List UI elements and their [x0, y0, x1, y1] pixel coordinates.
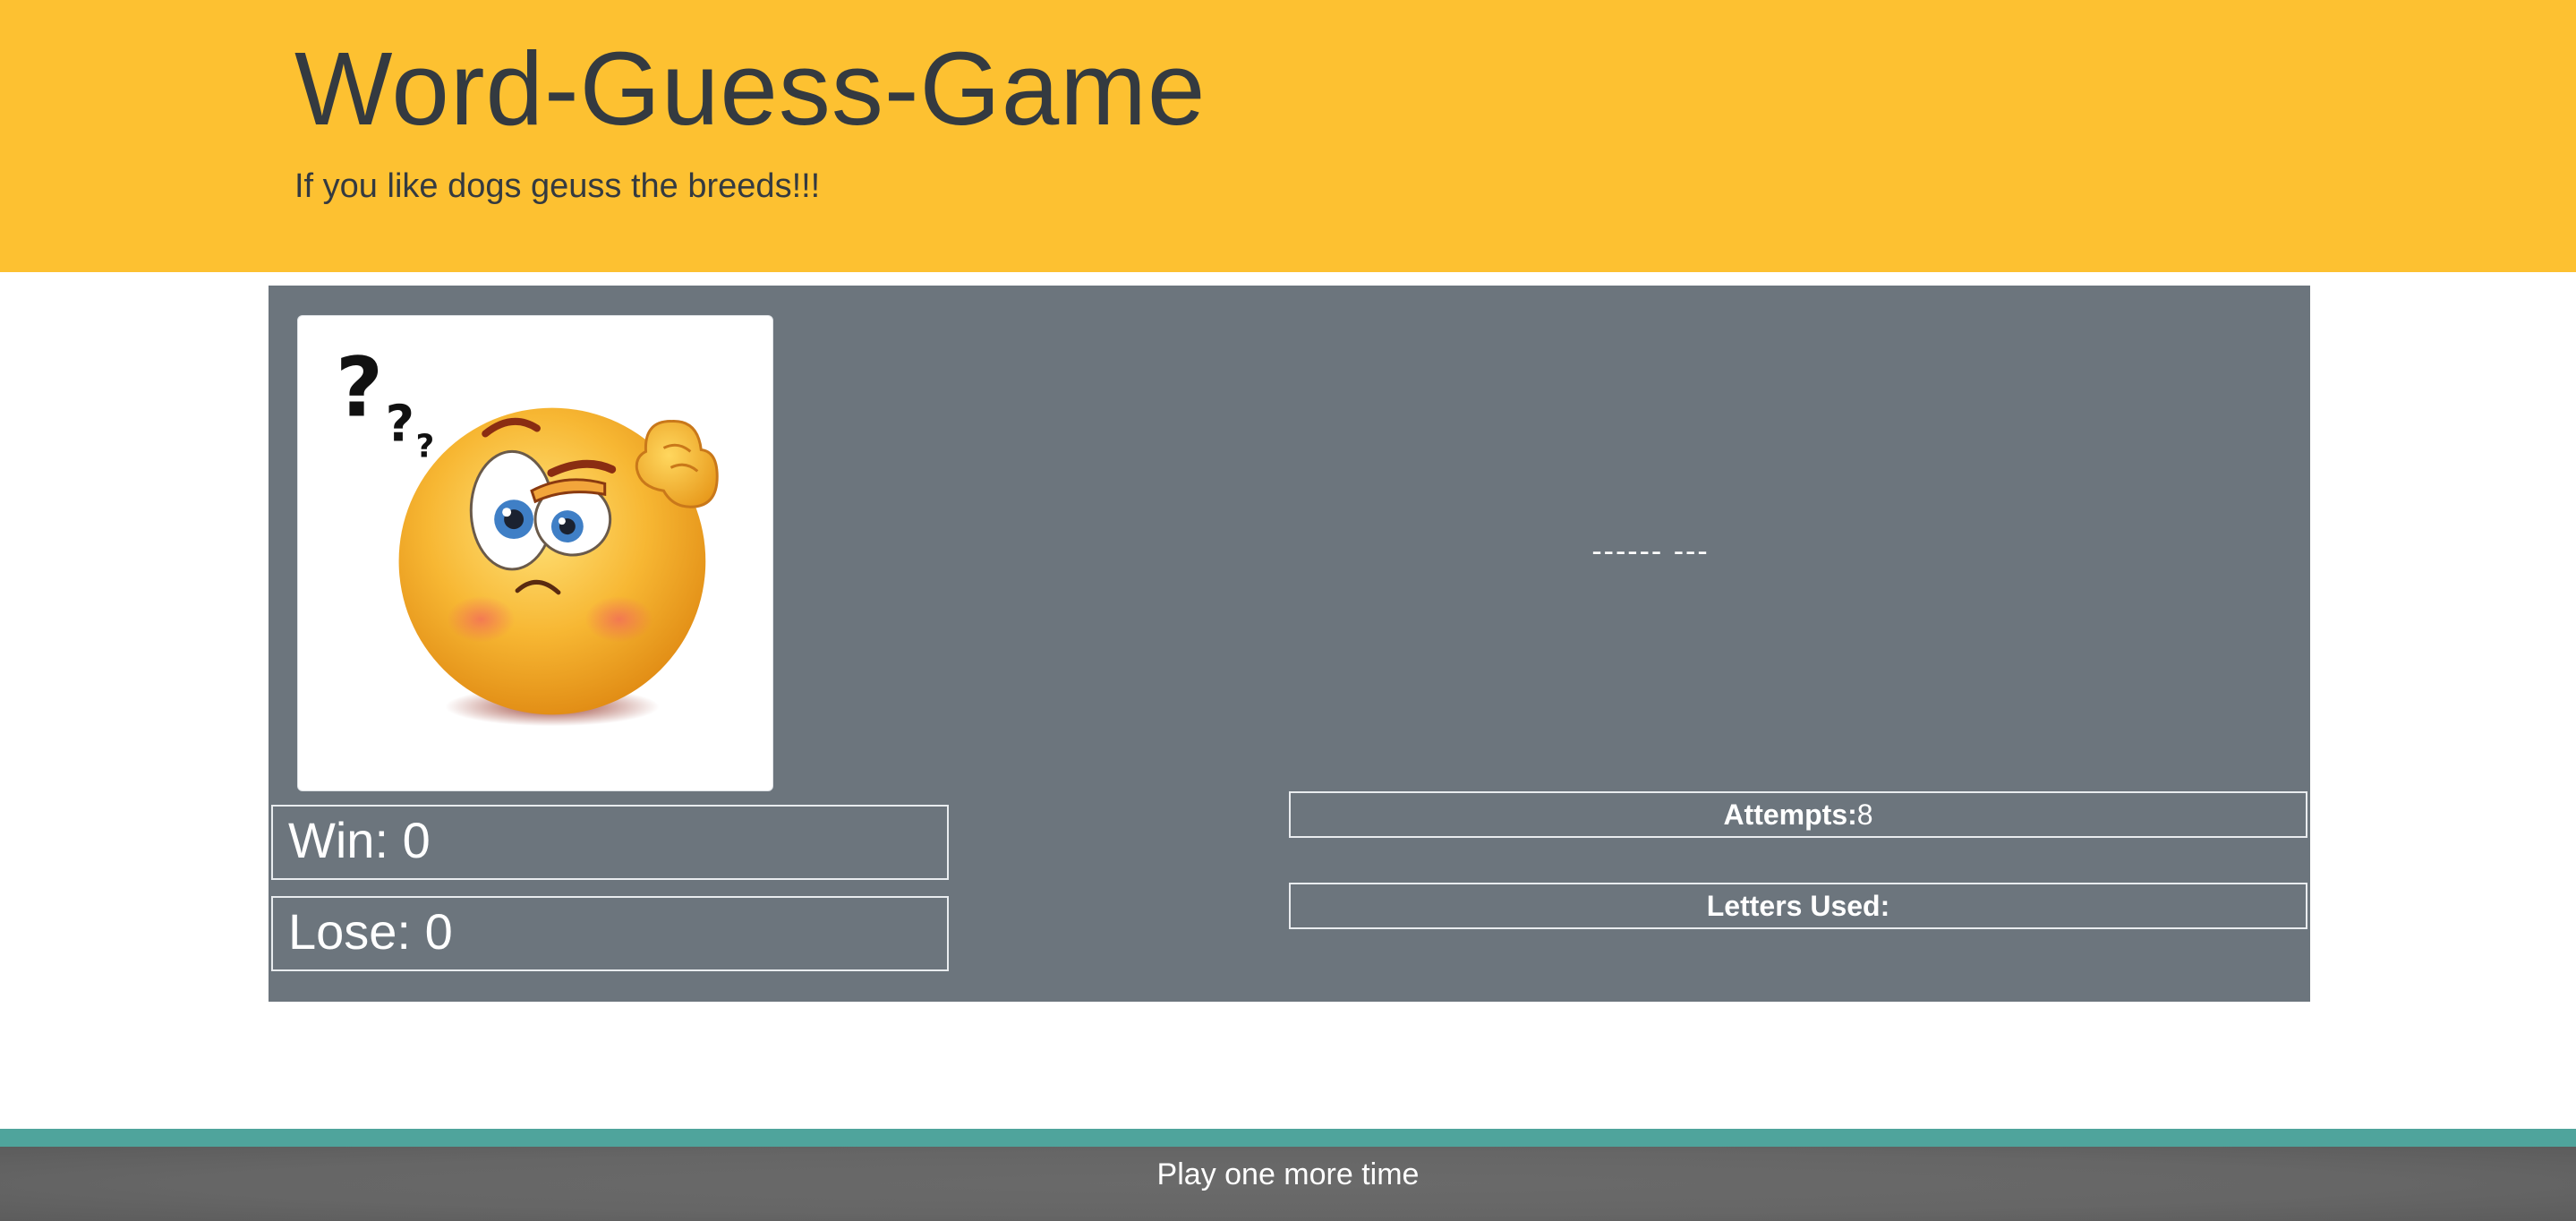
page-title: Word-Guess-Game — [294, 30, 1207, 147]
letters-used: Letters Used: — [1289, 883, 2307, 929]
footer: Play one more time — [0, 1147, 2576, 1221]
lose-counter: Lose: 0 — [271, 896, 949, 971]
page-subtitle: If you like dogs geuss the breeds!!! — [294, 167, 821, 205]
svg-text:?: ? — [416, 428, 435, 465]
attempts-value: 8 — [1856, 798, 1873, 831]
header-jumbotron: Word-Guess-Game If you like dogs geuss t… — [0, 0, 2576, 272]
win-value: 0 — [402, 812, 431, 868]
play-again-button[interactable]: Play one more time — [1157, 1154, 1420, 1195]
lose-label: Lose: — [288, 903, 425, 960]
hidden-word-display: ------ --- — [1591, 534, 1710, 568]
attempts-label: Attempts: — [1723, 798, 1857, 831]
thinking-emoji-card: ? ? ? — [297, 315, 773, 791]
win-counter: Win: 0 — [271, 805, 949, 880]
thinking-emoji-icon: ? ? ? — [336, 340, 719, 727]
attempts-remaining: Attempts:8 — [1289, 791, 2307, 838]
svg-text:?: ? — [386, 395, 414, 453]
footer-stripe — [0, 1129, 2576, 1147]
game-panel: ? ? ? ------ --- Win: 0 Lose: 0 Attempts… — [269, 286, 2310, 1002]
win-label: Win: — [288, 812, 403, 868]
question-marks-icon: ? — [336, 340, 383, 436]
lose-value: 0 — [424, 903, 453, 960]
letters-used-label: Letters Used: — [1706, 890, 1890, 922]
